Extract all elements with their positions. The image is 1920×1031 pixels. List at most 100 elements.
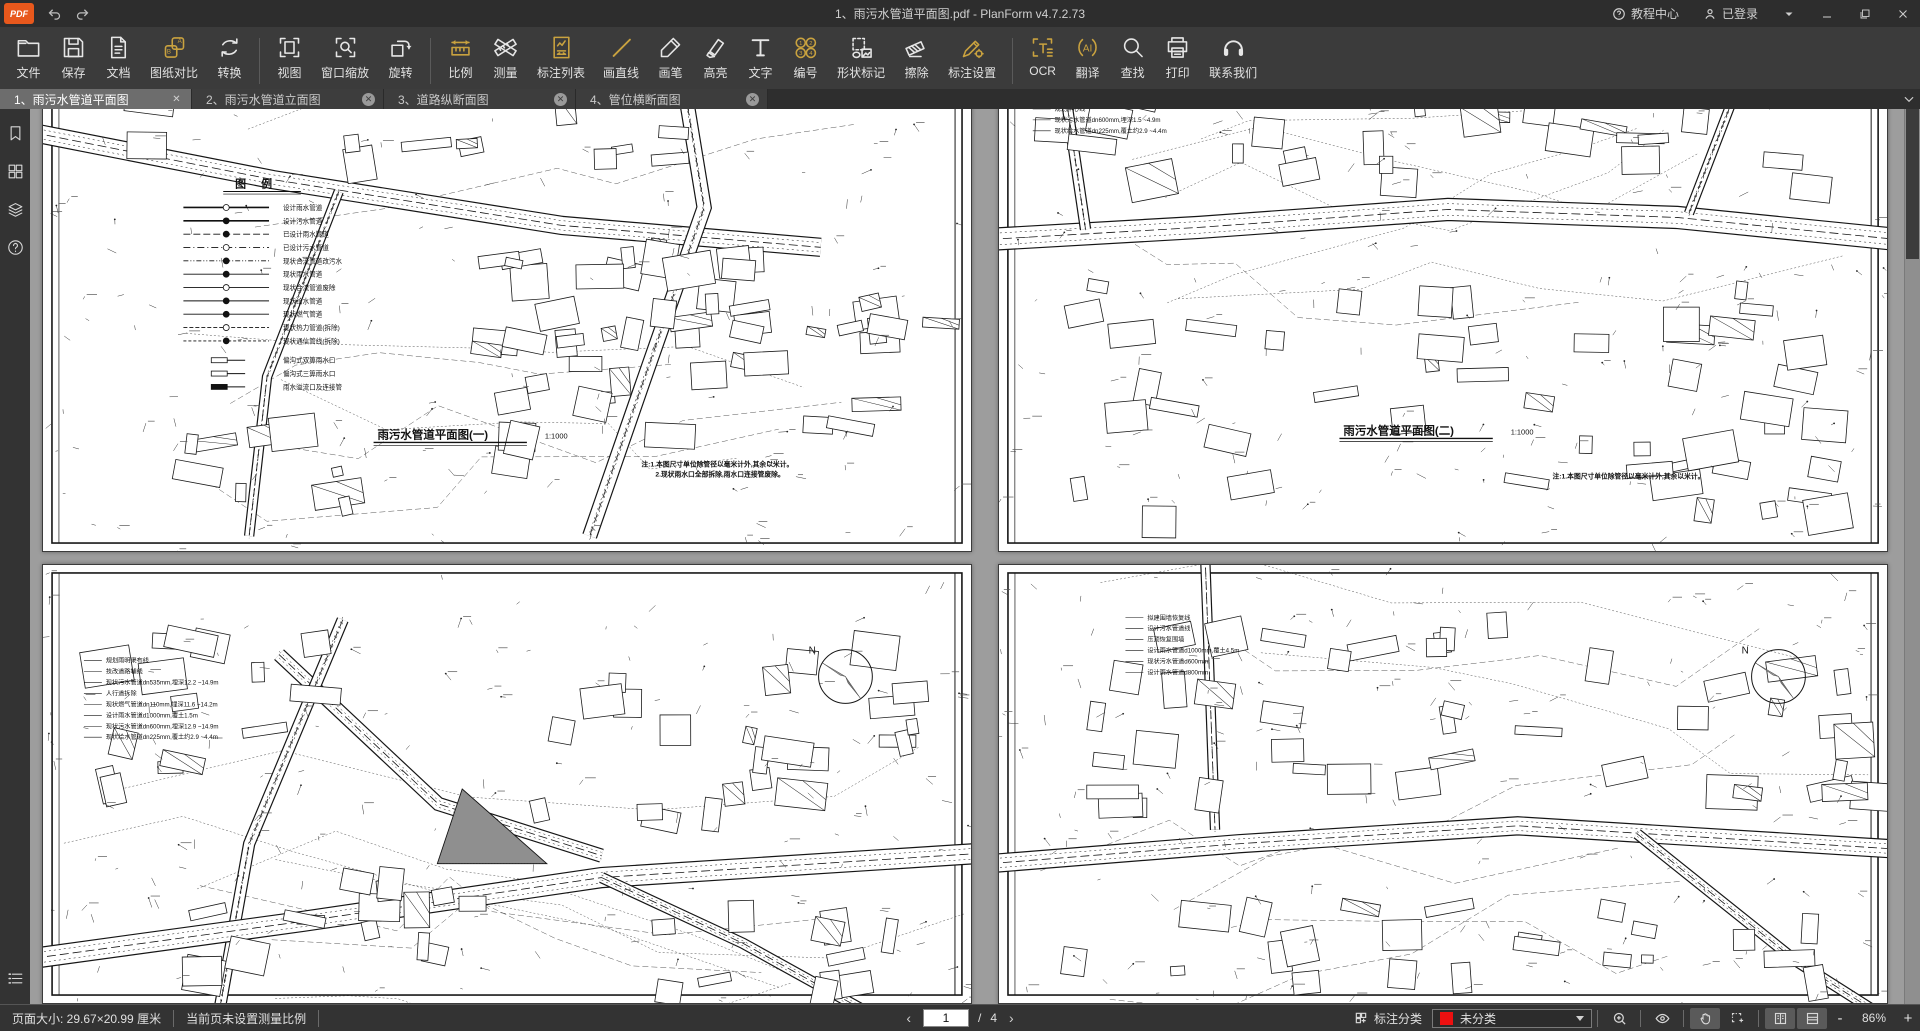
annotation-list-icon xyxy=(548,34,575,61)
toolbar-item-label: 比例 xyxy=(449,64,473,81)
eraser-button[interactable]: 擦除 xyxy=(894,30,939,81)
scale-button[interactable]: 比例 xyxy=(438,30,483,81)
measure-scale-hint[interactable]: 当前页未设置测量比例 xyxy=(174,1010,319,1027)
help-center-button[interactable]: 教程中心 xyxy=(1602,0,1689,27)
folder-button[interactable]: 文件 xyxy=(6,30,51,81)
redo-icon[interactable] xyxy=(70,4,94,24)
toolbar-item-label: 图纸对比 xyxy=(150,64,198,81)
highlight-button[interactable]: 高亮 xyxy=(693,30,738,81)
toolbar-item-label: 打印 xyxy=(1166,64,1190,81)
tab-close-icon[interactable]: ✕ xyxy=(362,93,375,106)
layers-icon[interactable] xyxy=(3,197,27,221)
zoom-in-button[interactable]: + xyxy=(1896,1010,1920,1027)
toolbar-item-label: 画笔 xyxy=(659,64,683,81)
close-button[interactable] xyxy=(1886,0,1920,27)
hand-pan-tool[interactable] xyxy=(1690,1008,1720,1029)
view-button[interactable]: 视图 xyxy=(267,30,312,81)
toolbar-group: 比例测量标注列表画直线画笔高亮文字1234编号形状标记擦除标注设置 xyxy=(438,30,1005,86)
toolbar-item-label: 转换 xyxy=(218,64,242,81)
zoom-level: 86% xyxy=(1852,1011,1896,1025)
document-button[interactable]: 文档 xyxy=(96,30,141,81)
svg-text:1:1000: 1:1000 xyxy=(1511,428,1534,437)
minimize-button[interactable] xyxy=(1810,0,1844,27)
tab-close-icon[interactable]: ✕ xyxy=(746,93,759,106)
compare-icon: AB xyxy=(161,34,188,61)
bookmark-icon[interactable] xyxy=(3,121,27,145)
thumbnails-icon[interactable] xyxy=(3,159,27,183)
zoom-area-icon[interactable] xyxy=(1604,1008,1634,1029)
annotation-settings-button[interactable]: 标注设置 xyxy=(939,30,1005,81)
window-zoom-icon xyxy=(332,34,359,61)
document-canvas[interactable]: 图 例设计雨水管道设计污水管道已设计雨水管道已设计污水管道现状合流管道改污水现状… xyxy=(30,109,1904,1004)
svg-text:3: 3 xyxy=(799,51,802,57)
headset-button[interactable]: 联系我们 xyxy=(1200,30,1266,81)
numbering-button[interactable]: 1234编号 xyxy=(783,30,828,81)
save-button[interactable]: 保存 xyxy=(51,30,96,81)
svg-text:现状合流管道废除: 现状合流管道废除 xyxy=(283,283,336,292)
document-tab-4[interactable]: 4、管位横断面图✕ xyxy=(576,89,768,109)
document-tab-3[interactable]: 3、道路纵断面图✕ xyxy=(384,89,576,109)
prev-page-button[interactable]: ‹ xyxy=(903,1010,914,1026)
vertical-scrollbar[interactable] xyxy=(1904,109,1920,1004)
login-status-button[interactable]: 已登录 xyxy=(1693,0,1768,27)
annotation-class-button[interactable]: 标注分类 xyxy=(1354,1010,1422,1027)
pen-icon xyxy=(657,34,684,61)
svg-text:2.现状雨水口全部拆除,雨水口连接管废除。: 2.现状雨水口全部拆除,雨水口连接管废除。 xyxy=(655,469,784,478)
help-icon[interactable] xyxy=(3,235,27,259)
toolbar-item-label: 联系我们 xyxy=(1209,64,1257,81)
next-page-button[interactable]: › xyxy=(1006,1010,1017,1026)
ocr-button[interactable]: OCR xyxy=(1020,30,1065,78)
pen-button[interactable]: 画笔 xyxy=(648,30,693,81)
toolbar-divider xyxy=(430,38,431,84)
convert-button[interactable]: 转换 xyxy=(207,30,252,81)
rotate-icon xyxy=(387,34,414,61)
compare-button[interactable]: AB 图纸对比 xyxy=(141,30,207,81)
highlight-icon xyxy=(702,34,729,61)
tab-close-icon[interactable]: ✕ xyxy=(554,93,567,106)
document-tab-1[interactable]: 1、雨污水管道平面图✕ xyxy=(0,89,192,109)
svg-text:拟建围墙恢复线: 拟建围墙恢复线 xyxy=(1147,614,1190,622)
facing-pages-view-button[interactable] xyxy=(1765,1008,1795,1029)
undo-icon[interactable] xyxy=(42,4,66,24)
tab-close-icon[interactable]: ✕ xyxy=(170,93,183,106)
svg-text:现状给水管道dn225mm,覆土约2.9 ~4.4m: 现状给水管道dn225mm,覆土约2.9 ~4.4m xyxy=(106,733,218,741)
continuous-scroll-view-button[interactable] xyxy=(1797,1008,1827,1029)
svg-text:A: A xyxy=(177,38,182,45)
annotation-class-select[interactable]: 未分类 xyxy=(1432,1009,1592,1028)
left-sidebar xyxy=(0,109,30,1004)
svg-text:现状燃气管道: 现状燃气管道 xyxy=(283,310,323,319)
translate-button[interactable]: AI翻译 xyxy=(1065,30,1110,81)
svg-text:2: 2 xyxy=(809,41,812,47)
menu-dropdown-icon[interactable] xyxy=(1772,0,1806,27)
toolbar-group: 视图窗口缩放旋转 xyxy=(267,30,423,86)
svg-text:现状污水管道dn600mm,埋深1.5 ~4.9m: 现状污水管道dn600mm,埋深1.5 ~4.9m xyxy=(1055,116,1161,124)
text-button[interactable]: 文字 xyxy=(738,30,783,81)
line-button[interactable]: 画直线 xyxy=(594,30,648,81)
zoom-out-button[interactable]: - xyxy=(1828,1010,1852,1027)
svg-text:现状燃气管道dn110mm,埋深11.6 ~14.2m: 现状燃气管道dn110mm,埋深11.6 ~14.2m xyxy=(106,700,218,708)
svg-text:注:1.本图尺寸单位除管径以毫米计外,其余以米计。: 注:1.本图尺寸单位除管径以毫米计外,其余以米计。 xyxy=(641,459,793,468)
svg-text:现状给水管道dn225mm,覆土约2.9 ~4.4m: 现状给水管道dn225mm,覆土约2.9 ~4.4m xyxy=(1055,127,1167,135)
document-tab-2[interactable]: 2、雨污水管道立面图✕ xyxy=(192,89,384,109)
list-panel-icon[interactable] xyxy=(3,966,27,990)
user-icon xyxy=(1703,7,1717,21)
toolbar-divider xyxy=(1012,38,1013,84)
measure-button[interactable]: 测量 xyxy=(483,30,528,81)
page-number-input[interactable] xyxy=(923,1009,969,1027)
annotation-list-button[interactable]: 标注列表 xyxy=(528,30,594,81)
svg-text:注:1.本图尺寸单位除管径以毫米计外,其余以米计。: 注:1.本图尺寸单位除管径以毫米计外,其余以米计。 xyxy=(1553,471,1705,480)
shape-mark-button[interactable]: 形状标记 xyxy=(828,30,894,81)
page-4: N拟建围墙恢复线设计污水管道线压顶恢复围墙设计雨水管道d1000mm,覆土4.5… xyxy=(998,564,1888,1004)
translate-icon: AI xyxy=(1074,34,1101,61)
print-button[interactable]: 打印 xyxy=(1155,30,1200,81)
search-button[interactable]: 查找 xyxy=(1110,30,1155,81)
window-zoom-button[interactable]: 窗口缩放 xyxy=(312,30,378,81)
scrollbar-thumb[interactable] xyxy=(1906,109,1919,259)
tab-overflow-chevron-icon[interactable] xyxy=(1902,89,1916,109)
restore-button[interactable] xyxy=(1848,0,1882,27)
visibility-eye-icon[interactable] xyxy=(1647,1008,1677,1029)
toolbar-item-label: 查找 xyxy=(1121,64,1145,81)
svg-text:压顶恢复围墙: 压顶恢复围墙 xyxy=(1147,636,1184,644)
rotate-button[interactable]: 旋转 xyxy=(378,30,423,81)
select-rect-tool[interactable] xyxy=(1722,1008,1752,1029)
